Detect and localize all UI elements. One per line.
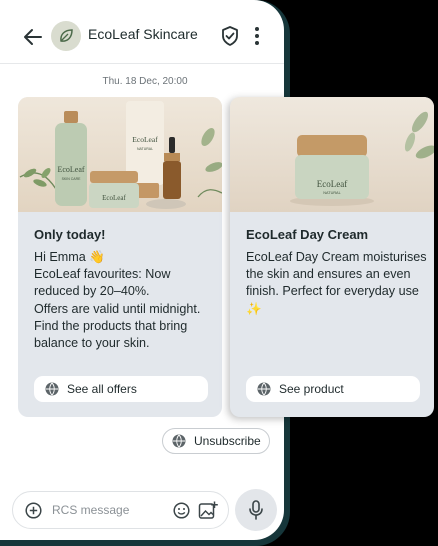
leaf-icon	[60, 29, 73, 42]
globe-icon	[45, 382, 59, 396]
shield-check-icon[interactable]	[220, 25, 240, 47]
tube-sublabel: NATURAL	[137, 147, 153, 151]
globe-icon	[172, 434, 186, 448]
chat-header: EcoLeaf Skincare	[0, 14, 284, 60]
card-body: EcoLeaf Day Cream moisturises the skin a…	[246, 250, 427, 316]
see-product-label: See product	[279, 382, 344, 396]
card-title: EcoLeaf Day Cream	[246, 227, 369, 242]
globe-icon	[257, 382, 271, 396]
emoji-icon[interactable]	[173, 502, 190, 519]
message-composer[interactable]: RCS message	[12, 491, 229, 529]
see-product-button[interactable]: See product	[246, 376, 420, 402]
image-add-icon[interactable]	[198, 501, 218, 520]
plus-circle-icon[interactable]	[25, 502, 42, 519]
jar-sublabel: NATURAL	[323, 191, 340, 195]
header-divider	[0, 63, 284, 64]
bottle-label: EcoLeaf	[57, 165, 84, 174]
message-timestamp: Thu. 18 Dec, 20:00	[102, 76, 188, 87]
message-input-placeholder[interactable]: RCS message	[52, 503, 129, 517]
microphone-icon	[249, 500, 263, 520]
unsubscribe-button[interactable]: Unsubscribe	[162, 428, 270, 454]
tube-label: EcoLeaf	[132, 135, 158, 144]
chat-title: EcoLeaf Skincare	[88, 26, 198, 42]
jar-label: EcoLeaf	[102, 194, 126, 202]
unsubscribe-label: Unsubscribe	[194, 434, 261, 448]
see-all-offers-label: See all offers	[67, 382, 137, 396]
microphone-button[interactable]	[235, 489, 277, 531]
see-all-offers-button[interactable]: See all offers	[34, 376, 208, 402]
more-vertical-icon[interactable]	[249, 24, 265, 48]
avatar[interactable]	[51, 21, 81, 51]
day-cream-jar-photo: EcoLeaf NATURAL	[230, 97, 434, 212]
product-collection-photo: EcoLeaf SKIN CARE EcoLeaf NATURAL EcoLea…	[18, 97, 222, 212]
rich-card-offers[interactable]: EcoLeaf SKIN CARE EcoLeaf NATURAL EcoLea…	[18, 97, 222, 417]
rich-card-day-cream[interactable]: EcoLeaf NATURAL EcoLeaf Day Cream EcoLea…	[230, 97, 434, 417]
back-arrow-icon[interactable]	[22, 26, 44, 48]
bottle-sublabel: SKIN CARE	[62, 177, 82, 181]
jar-label: EcoLeaf	[317, 179, 347, 189]
card-title: Only today!	[34, 227, 106, 242]
card-body: Hi Emma 👋 EcoLeaf favourites: Now reduce…	[34, 250, 201, 351]
